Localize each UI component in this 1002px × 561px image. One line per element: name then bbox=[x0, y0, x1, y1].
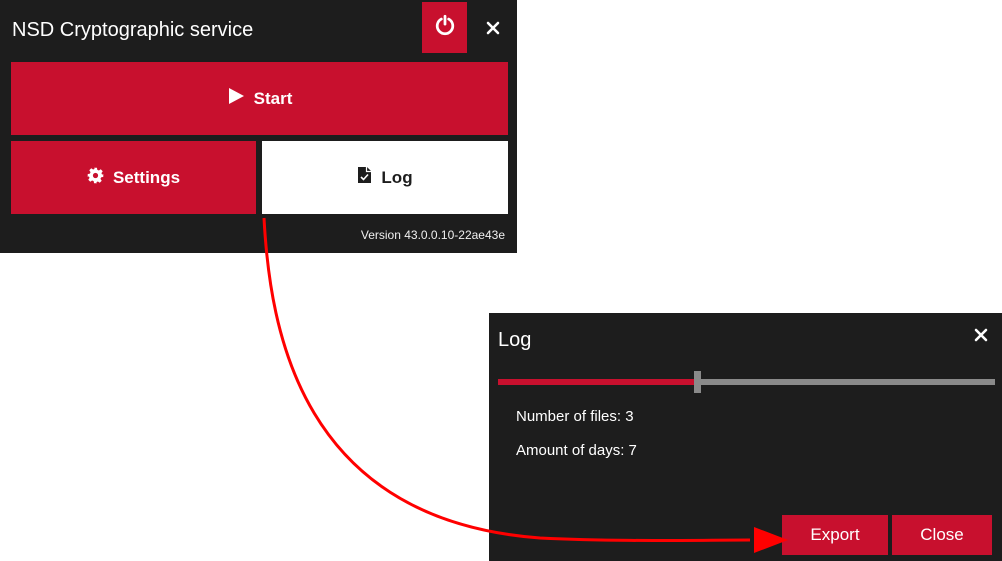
main-window: NSD Cryptographic service Start Settings bbox=[0, 0, 517, 253]
settings-button[interactable]: Settings bbox=[11, 141, 256, 214]
start-button[interactable]: Start bbox=[11, 62, 508, 135]
settings-label: Settings bbox=[112, 167, 181, 187]
close-icon bbox=[973, 327, 989, 348]
log-retention-slider[interactable] bbox=[498, 371, 995, 393]
close-window-button[interactable] bbox=[479, 16, 507, 44]
close-button[interactable]: Close bbox=[892, 515, 992, 555]
number-of-files-text: Number of files: 3 bbox=[516, 408, 634, 425]
power-button[interactable] bbox=[422, 2, 467, 53]
document-icon bbox=[357, 166, 372, 189]
play-icon bbox=[227, 87, 245, 110]
slider-thumb[interactable] bbox=[693, 371, 701, 393]
slider-fill bbox=[498, 379, 697, 385]
gear-icon bbox=[87, 167, 104, 189]
log-button[interactable]: Log bbox=[262, 141, 508, 214]
close-log-window-button[interactable] bbox=[967, 323, 995, 351]
log-window-title: Log bbox=[498, 329, 532, 351]
power-icon bbox=[434, 14, 456, 41]
window-title: NSD Cryptographic service bbox=[12, 19, 254, 41]
amount-of-days-text: Amount of days: 7 bbox=[516, 442, 637, 459]
start-label: Start bbox=[253, 88, 293, 108]
version-text: Version 43.0.0.10-22ae43e bbox=[360, 228, 505, 242]
close-icon bbox=[485, 20, 501, 41]
export-button[interactable]: Export bbox=[782, 515, 888, 555]
log-window: Log Number of files: 3 Amount of days: 7… bbox=[489, 313, 1002, 561]
log-label: Log bbox=[381, 167, 413, 187]
